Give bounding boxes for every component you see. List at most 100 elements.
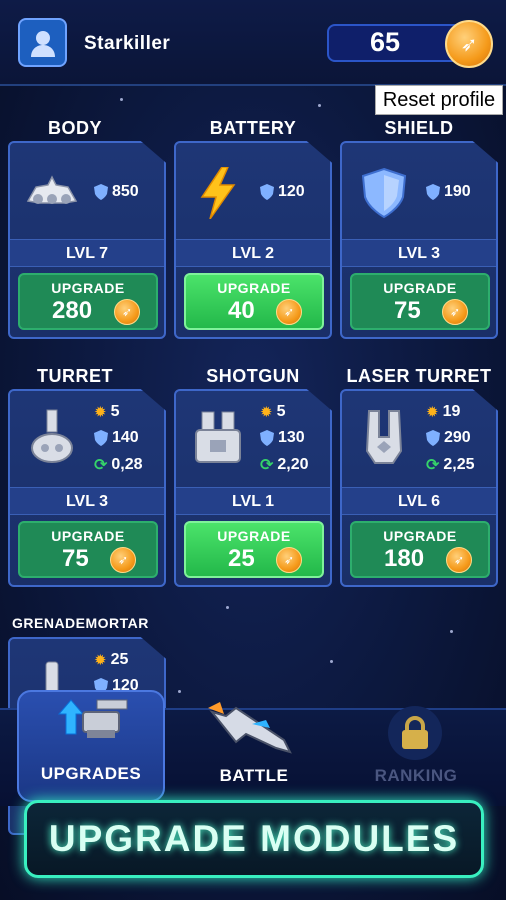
- coin-icon: ➶: [276, 299, 302, 325]
- module-title: LASER TURRET: [346, 366, 492, 386]
- tab-label: RANKING: [374, 766, 458, 785]
- stat-row: 140: [94, 429, 139, 447]
- star: [120, 98, 123, 101]
- shield-stat-icon: [94, 430, 108, 446]
- shield-stat-icon: [260, 430, 274, 446]
- tab-label: BATTLE: [219, 766, 289, 785]
- shield-stat-icon: [260, 184, 274, 200]
- shield-stat-icon: [94, 184, 108, 200]
- star: [330, 660, 333, 663]
- stat-row: 120: [260, 183, 305, 201]
- upgrade-label: UPGRADE: [51, 528, 125, 544]
- top-bar: Starkiller 65 ➶: [0, 0, 506, 86]
- turret-icon: [24, 409, 80, 465]
- module-level: LVL 3: [10, 487, 164, 515]
- module-card-shotgun: ✹ 5 130 ⟳ 2,20 LVL 1 UPGRADE 25 ➶: [174, 389, 332, 587]
- upgrade-cost: 75: [62, 545, 89, 572]
- stat-value: 2,20: [277, 456, 309, 473]
- coin-icon: ➶: [445, 20, 493, 68]
- stat-value: 5: [276, 403, 286, 420]
- coin-icon: ➶: [446, 547, 472, 573]
- stat-row: 130: [260, 429, 305, 447]
- stat-row: ✹ 5: [94, 403, 119, 421]
- module-card-shield: 190 LVL 3 UPGRADE 75 ➶: [340, 141, 498, 339]
- stat-row: ✹ 19: [426, 403, 460, 421]
- stat-value: 120: [278, 183, 305, 200]
- coin-icon: ➶: [442, 299, 468, 325]
- stat-value: 25: [110, 651, 129, 668]
- game-screen: Starkiller 65 ➶ Reset profile BODY 850 L…: [0, 0, 506, 900]
- module-title: BODY: [47, 118, 102, 138]
- tab-upgrades[interactable]: UPGRADES: [17, 690, 165, 802]
- upgrade-cost: 25: [228, 545, 255, 572]
- reload-stat-icon: ⟳: [94, 457, 108, 474]
- star: [318, 104, 321, 107]
- stat-row: ✹ 25: [94, 651, 128, 669]
- module-level: LVL 3: [342, 239, 496, 267]
- module-card-turret: ✹ 5 140 ⟳ 0,28 LVL 3 UPGRADE 75 ➶: [8, 389, 166, 587]
- star: [226, 606, 229, 609]
- tab-battle[interactable]: BATTLE: [184, 690, 324, 800]
- upgrade-battery-button[interactable]: UPGRADE 40 ➶: [184, 273, 324, 330]
- upgrade-body-button[interactable]: UPGRADE 280 ➶: [18, 273, 158, 330]
- shield-icon: [356, 165, 412, 221]
- upgrade-laser-turret-button[interactable]: UPGRADE 180 ➶: [350, 521, 490, 578]
- upgrade-cost: 75: [394, 297, 421, 324]
- module-level: LVL 1: [176, 487, 330, 515]
- upgrade-modules-banner: UPGRADE MODULES: [24, 800, 484, 878]
- upgrade-label: UPGRADE: [51, 280, 125, 296]
- upgrade-cost: 180: [384, 545, 425, 572]
- stat-value: 19: [442, 403, 461, 420]
- module-level: LVL 6: [342, 487, 496, 515]
- stat-row: 290: [426, 429, 471, 447]
- module-title: GRENADEMORTAR: [12, 615, 149, 631]
- reload-stat-icon: ⟳: [260, 457, 274, 474]
- stat-row: ⟳ 0,28: [94, 455, 143, 475]
- stat-value: 5: [110, 403, 120, 420]
- stat-value: 290: [444, 429, 471, 446]
- coin-icon: ➶: [276, 547, 302, 573]
- upgrade-cost: 40: [228, 297, 255, 324]
- module-card-battery: 120 LVL 2 UPGRADE 40 ➶: [174, 141, 332, 339]
- stat-value: 850: [112, 183, 139, 200]
- damage-stat-icon: ✹: [94, 404, 107, 421]
- module-title: SHIELD: [384, 118, 454, 138]
- banner-text: UPGRADE MODULES: [48, 818, 460, 859]
- module-title: SHOTGUN: [206, 366, 300, 386]
- upgrade-shotgun-button[interactable]: UPGRADE 25 ➶: [184, 521, 324, 578]
- stat-row: 850: [94, 183, 139, 201]
- upgrade-cost: 280: [52, 297, 93, 324]
- lightning-bolt-icon: [190, 165, 246, 221]
- stat-row: ✹ 5: [260, 403, 285, 421]
- stat-value: 190: [444, 183, 471, 200]
- spaceship-icon: [206, 694, 296, 763]
- upgrade-label: UPGRADE: [217, 280, 291, 296]
- upgrade-label: UPGRADE: [217, 528, 291, 544]
- reload-stat-icon: ⟳: [426, 457, 440, 474]
- coin-icon: ➶: [110, 547, 136, 573]
- module-card-body: 850 LVL 7 UPGRADE 280 ➶: [8, 141, 166, 339]
- stat-row: ⟳ 2,25: [426, 455, 475, 475]
- avatar[interactable]: [18, 18, 67, 67]
- module-title: BATTERY: [209, 118, 297, 138]
- upgrade-label: UPGRADE: [383, 528, 457, 544]
- tab-label: UPGRADES: [40, 764, 142, 783]
- lock-icon: [388, 706, 442, 760]
- reset-profile-button[interactable]: Reset profile: [375, 85, 503, 115]
- stat-row: ⟳ 2,20: [260, 455, 309, 475]
- laser-turret-icon: [356, 409, 412, 465]
- shield-stat-icon: [426, 184, 440, 200]
- star: [450, 630, 453, 633]
- coin-count: 65: [370, 27, 401, 57]
- coin-icon: ➶: [114, 299, 140, 325]
- tab-ranking[interactable]: RANKING: [346, 690, 486, 800]
- module-level: LVL 2: [176, 239, 330, 267]
- upgrade-turret-button[interactable]: UPGRADE 75 ➶: [18, 521, 158, 578]
- stat-value: 2,25: [443, 456, 475, 473]
- upgrade-shield-button[interactable]: UPGRADE 75 ➶: [350, 273, 490, 330]
- stat-value: 140: [112, 429, 139, 446]
- module-title: TURRET: [37, 366, 113, 386]
- damage-stat-icon: ✹: [260, 404, 273, 421]
- ship-body-icon: [24, 165, 80, 221]
- stat-value: 130: [278, 429, 305, 446]
